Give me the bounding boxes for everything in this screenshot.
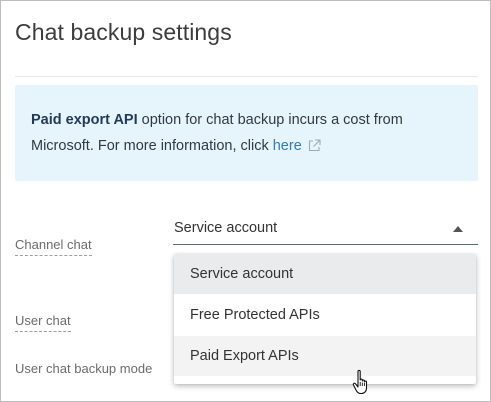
option-service-account[interactable]: Service account (174, 254, 476, 295)
info-text-line1: option for chat backup incurs a cost fro… (137, 112, 403, 128)
option-paid-export-apis[interactable]: Paid Export APIs (174, 336, 476, 377)
option-free-protected-apis[interactable]: Free Protected APIs (174, 295, 476, 336)
caret-up-icon[interactable] (453, 226, 463, 232)
info-here-link[interactable]: here (273, 138, 302, 154)
page-title: Chat backup settings (15, 19, 232, 45)
external-link-icon[interactable] (307, 136, 322, 162)
user-chat-label: User chat (15, 313, 71, 332)
title-divider (15, 76, 478, 77)
user-chat-backup-mode-label: User chat backup mode (15, 361, 153, 376)
channel-chat-select[interactable]: Service account (173, 217, 478, 245)
hand-pointer-icon (352, 369, 368, 395)
channel-chat-label: Channel chat (15, 237, 92, 256)
info-banner: Paid export API option for chat backup i… (15, 85, 478, 181)
info-text-line2: Microsoft. For more information, click (31, 138, 273, 154)
channel-chat-dropdown: Service account Free Protected APIs Paid… (174, 254, 476, 384)
channel-chat-selected-value: Service account (174, 220, 278, 236)
info-bold-text: Paid export API (31, 112, 138, 128)
chat-backup-settings-panel: Chat backup settings Paid export API opt… (0, 0, 491, 402)
